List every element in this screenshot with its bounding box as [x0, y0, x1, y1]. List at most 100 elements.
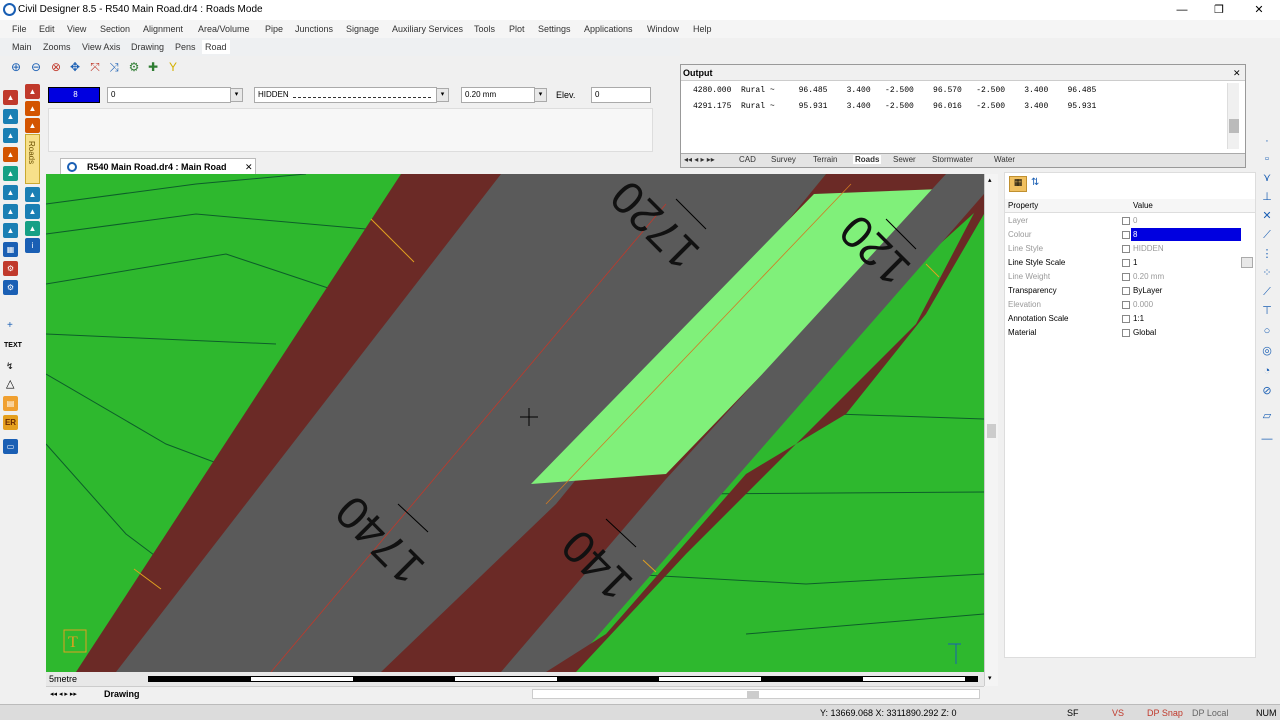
snap-square-icon[interactable]: ▫ [1260, 152, 1274, 166]
output-tab-survey[interactable]: Survey [771, 155, 796, 164]
linestyle-select[interactable]: HIDDEN [254, 87, 437, 103]
output-tab-stormwater[interactable]: Stormwater [932, 155, 973, 164]
menu-applications[interactable]: Applications [584, 24, 633, 34]
property-row-colour[interactable]: Colour 8 [1005, 228, 1255, 242]
snap-node-icon[interactable]: ⁘ [1260, 266, 1274, 280]
menu-window[interactable]: Window [647, 24, 679, 34]
roads-panel-icon-6[interactable]: ▲ [25, 221, 40, 236]
property-row-line-style[interactable]: Line Style HIDDEN [1005, 242, 1255, 256]
menu-edit[interactable]: Edit [39, 24, 55, 34]
output-tab-cad[interactable]: CAD [739, 155, 756, 164]
snap-intersection-icon[interactable]: ✕ [1260, 209, 1274, 223]
lineweight-dropdown-icon[interactable]: ▾ [534, 88, 547, 102]
menu-pipe[interactable]: Pipe [265, 24, 283, 34]
menu-view[interactable]: View [67, 24, 86, 34]
property-row-annotation-scale[interactable]: Annotation Scale 1:1 [1005, 312, 1255, 326]
er-icon[interactable]: ER [3, 415, 18, 430]
lineweight-select[interactable]: 0.20 mm [461, 87, 535, 103]
output-tab-sewer[interactable]: Sewer [893, 155, 916, 164]
property-row-layer[interactable]: Layer 0 [1005, 214, 1255, 228]
property-checkbox[interactable] [1122, 329, 1130, 337]
property-row-transparency[interactable]: Transparency ByLayer [1005, 284, 1255, 298]
snap-midpoint-icon[interactable]: ⋎ [1260, 171, 1274, 185]
property-checkbox[interactable] [1122, 287, 1130, 295]
roads-panel-icon-4[interactable]: ▲ [25, 187, 40, 202]
road-tool-icon-2[interactable]: ▲ [3, 109, 18, 124]
scroll-up-icon[interactable]: ▴ [988, 176, 992, 184]
property-row-material[interactable]: Material Global [1005, 326, 1255, 340]
restore-button[interactable]: ❐ [1205, 2, 1233, 18]
menu-signage[interactable]: Signage [346, 24, 379, 34]
property-checkbox[interactable] [1122, 259, 1130, 267]
linestyle-dropdown-icon[interactable]: ▾ [436, 88, 449, 102]
road-drawing[interactable]: 1720 120 1740 140 T [46, 174, 984, 672]
output-tab-roads[interactable]: Roads [853, 155, 882, 164]
tab-road[interactable]: Road [202, 40, 230, 54]
snap-line-icon[interactable]: — [1260, 432, 1274, 446]
snap-quadrant-icon[interactable]: ◎ [1260, 344, 1274, 358]
road-tool-icon-7[interactable]: ▲ [3, 204, 18, 219]
road-tool-icon-5[interactable]: ▲ [3, 166, 18, 181]
output-close-button[interactable]: ✕ [1233, 68, 1241, 79]
close-button[interactable]: ✕ [1245, 2, 1273, 18]
zoom-window-icon[interactable]: ⊗ [48, 59, 64, 75]
canvas-vertical-scrollbar[interactable]: ▴ ▾ [984, 174, 998, 686]
property-checkbox[interactable] [1122, 301, 1130, 309]
categorized-icon[interactable]: ▦ [1009, 176, 1027, 192]
property-checkbox[interactable] [1122, 217, 1130, 225]
road-tool-icon-4[interactable]: ▲ [3, 147, 18, 162]
roads-panel-icon-1[interactable]: ▲ [25, 84, 40, 99]
horizontal-scrollbar[interactable] [532, 689, 980, 699]
road-tool-icon-8[interactable]: ▲ [3, 223, 18, 238]
road-tool-icon-11[interactable]: ⚙ [3, 280, 18, 295]
menu-settings[interactable]: Settings [538, 24, 571, 34]
tab-drawing[interactable]: Drawing [131, 42, 164, 52]
snap-grid-icon[interactable]: ⋮ [1260, 247, 1274, 261]
drawing-canvas[interactable]: 1720 120 1740 140 T [46, 174, 984, 672]
menu-help[interactable]: Help [693, 24, 712, 34]
roads-panel-icon-2[interactable]: ▲ [25, 101, 40, 116]
sort-az-icon[interactable]: ⇅ [1031, 177, 1039, 188]
menu-file[interactable]: File [12, 24, 27, 34]
property-checkbox[interactable] [1122, 315, 1130, 323]
property-row-line-weight[interactable]: Line Weight 0.20 mm [1005, 270, 1255, 284]
roads-panel-icon-5[interactable]: ▲ [25, 204, 40, 219]
layer-dropdown-icon[interactable]: ▾ [230, 88, 243, 102]
menu-area-volume[interactable]: Area/Volume [198, 24, 250, 34]
status-num[interactable]: NUM [1256, 708, 1277, 718]
scroll-down-icon[interactable]: ▾ [988, 674, 992, 682]
property-row-elevation[interactable]: Elevation 0.000 [1005, 298, 1255, 312]
colour-swatch-input[interactable]: 8 [48, 87, 100, 103]
scroll-thumb[interactable] [987, 424, 996, 438]
status-vs[interactable]: VS [1112, 708, 1124, 718]
snap-tangent-icon[interactable]: ⟋ [1260, 228, 1274, 242]
tab-pens[interactable]: Pens [175, 42, 196, 52]
nav-arrows-icon[interactable]: ◂◂ ◂ ▸ ▸▸ [50, 690, 77, 698]
settings-gear-icon[interactable]: ⚙ [126, 59, 142, 75]
snap-center-icon[interactable]: ○ [1260, 324, 1274, 338]
info-icon[interactable]: i [25, 238, 40, 253]
snap-parallel-icon[interactable]: ▱ [1260, 409, 1274, 423]
point-icon[interactable]: + [7, 320, 13, 331]
zoom-in-icon[interactable]: ⊕ [8, 59, 24, 75]
zoom-all-icon[interactable]: ⤨ [106, 59, 122, 75]
tab-main[interactable]: Main [12, 42, 32, 52]
status-sf[interactable]: SF [1067, 708, 1079, 718]
output-tab-water[interactable]: Water [994, 155, 1015, 164]
snap-perpendicular-icon[interactable]: ⊥ [1260, 190, 1274, 204]
menu-junctions[interactable]: Junctions [295, 24, 333, 34]
text-tool-icon[interactable]: TEXT [4, 342, 22, 349]
scroll-thumb[interactable] [1229, 119, 1239, 133]
document-tab[interactable]: R540 Main Road.dr4 : Main Road ✕ [60, 158, 256, 174]
drawing-sheet-tab[interactable]: Drawing [104, 689, 140, 699]
colour-swatch[interactable] [1131, 228, 1241, 241]
snap-nearest-icon[interactable]: ⟋ [1260, 285, 1274, 299]
road-tool-icon-6[interactable]: ▲ [3, 185, 18, 200]
road-tool-icon-10[interactable]: ⚙ [3, 261, 18, 276]
dimension-icon[interactable]: ↯ [6, 361, 14, 372]
road-tool-icon-1[interactable]: ▲ [3, 90, 18, 105]
menu-plot[interactable]: Plot [509, 24, 525, 34]
scroll-thumb[interactable] [747, 691, 759, 698]
property-checkbox[interactable] [1122, 273, 1130, 281]
menu-tools[interactable]: Tools [474, 24, 495, 34]
